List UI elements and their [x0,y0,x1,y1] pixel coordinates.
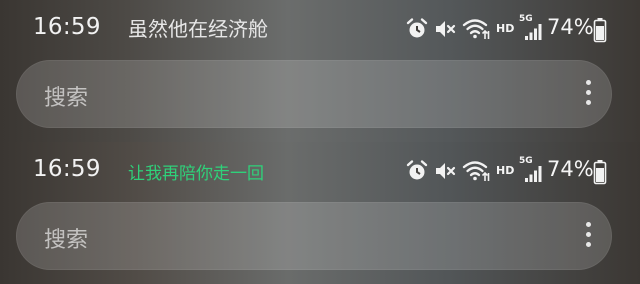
music-ticker: 虽然他在经济舱 [128,17,268,41]
signal-icon [525,166,542,182]
search-bar[interactable]: 搜索 [16,202,612,270]
search-input[interactable]: 搜索 [44,80,88,112]
status-bar: 16:59 让我再陪你走一回 HD 5G 74% [0,142,640,200]
search-bar[interactable]: 搜索 [16,60,612,128]
alarm-icon [406,18,428,38]
clock: 16:59 [33,156,101,182]
battery-icon [593,18,607,43]
wifi-icon [462,19,490,39]
more-options-icon[interactable] [582,222,594,250]
clock: 16:59 [33,14,101,40]
notification-panel-top: 16:59 虽然他在经济舱 HD 5G 74% 搜索 [0,0,640,142]
mute-icon [436,163,456,179]
battery-percent: 74% [547,15,594,39]
signal-icon [525,24,542,40]
notification-panel-bottom: 16:59 让我再陪你走一回 HD 5G 74% 搜索 [0,142,640,284]
alarm-icon [406,160,428,180]
hd-voice-label: HD [496,164,515,177]
wifi-icon [462,161,490,181]
hd-voice-label: HD [496,22,515,35]
more-options-icon[interactable] [582,80,594,108]
mute-icon [436,21,456,37]
status-bar: 16:59 虽然他在经济舱 HD 5G 74% [0,0,640,58]
battery-percent: 74% [547,157,594,181]
music-ticker: 让我再陪你走一回 [128,164,264,184]
battery-icon [593,160,607,185]
search-input[interactable]: 搜索 [44,222,88,254]
